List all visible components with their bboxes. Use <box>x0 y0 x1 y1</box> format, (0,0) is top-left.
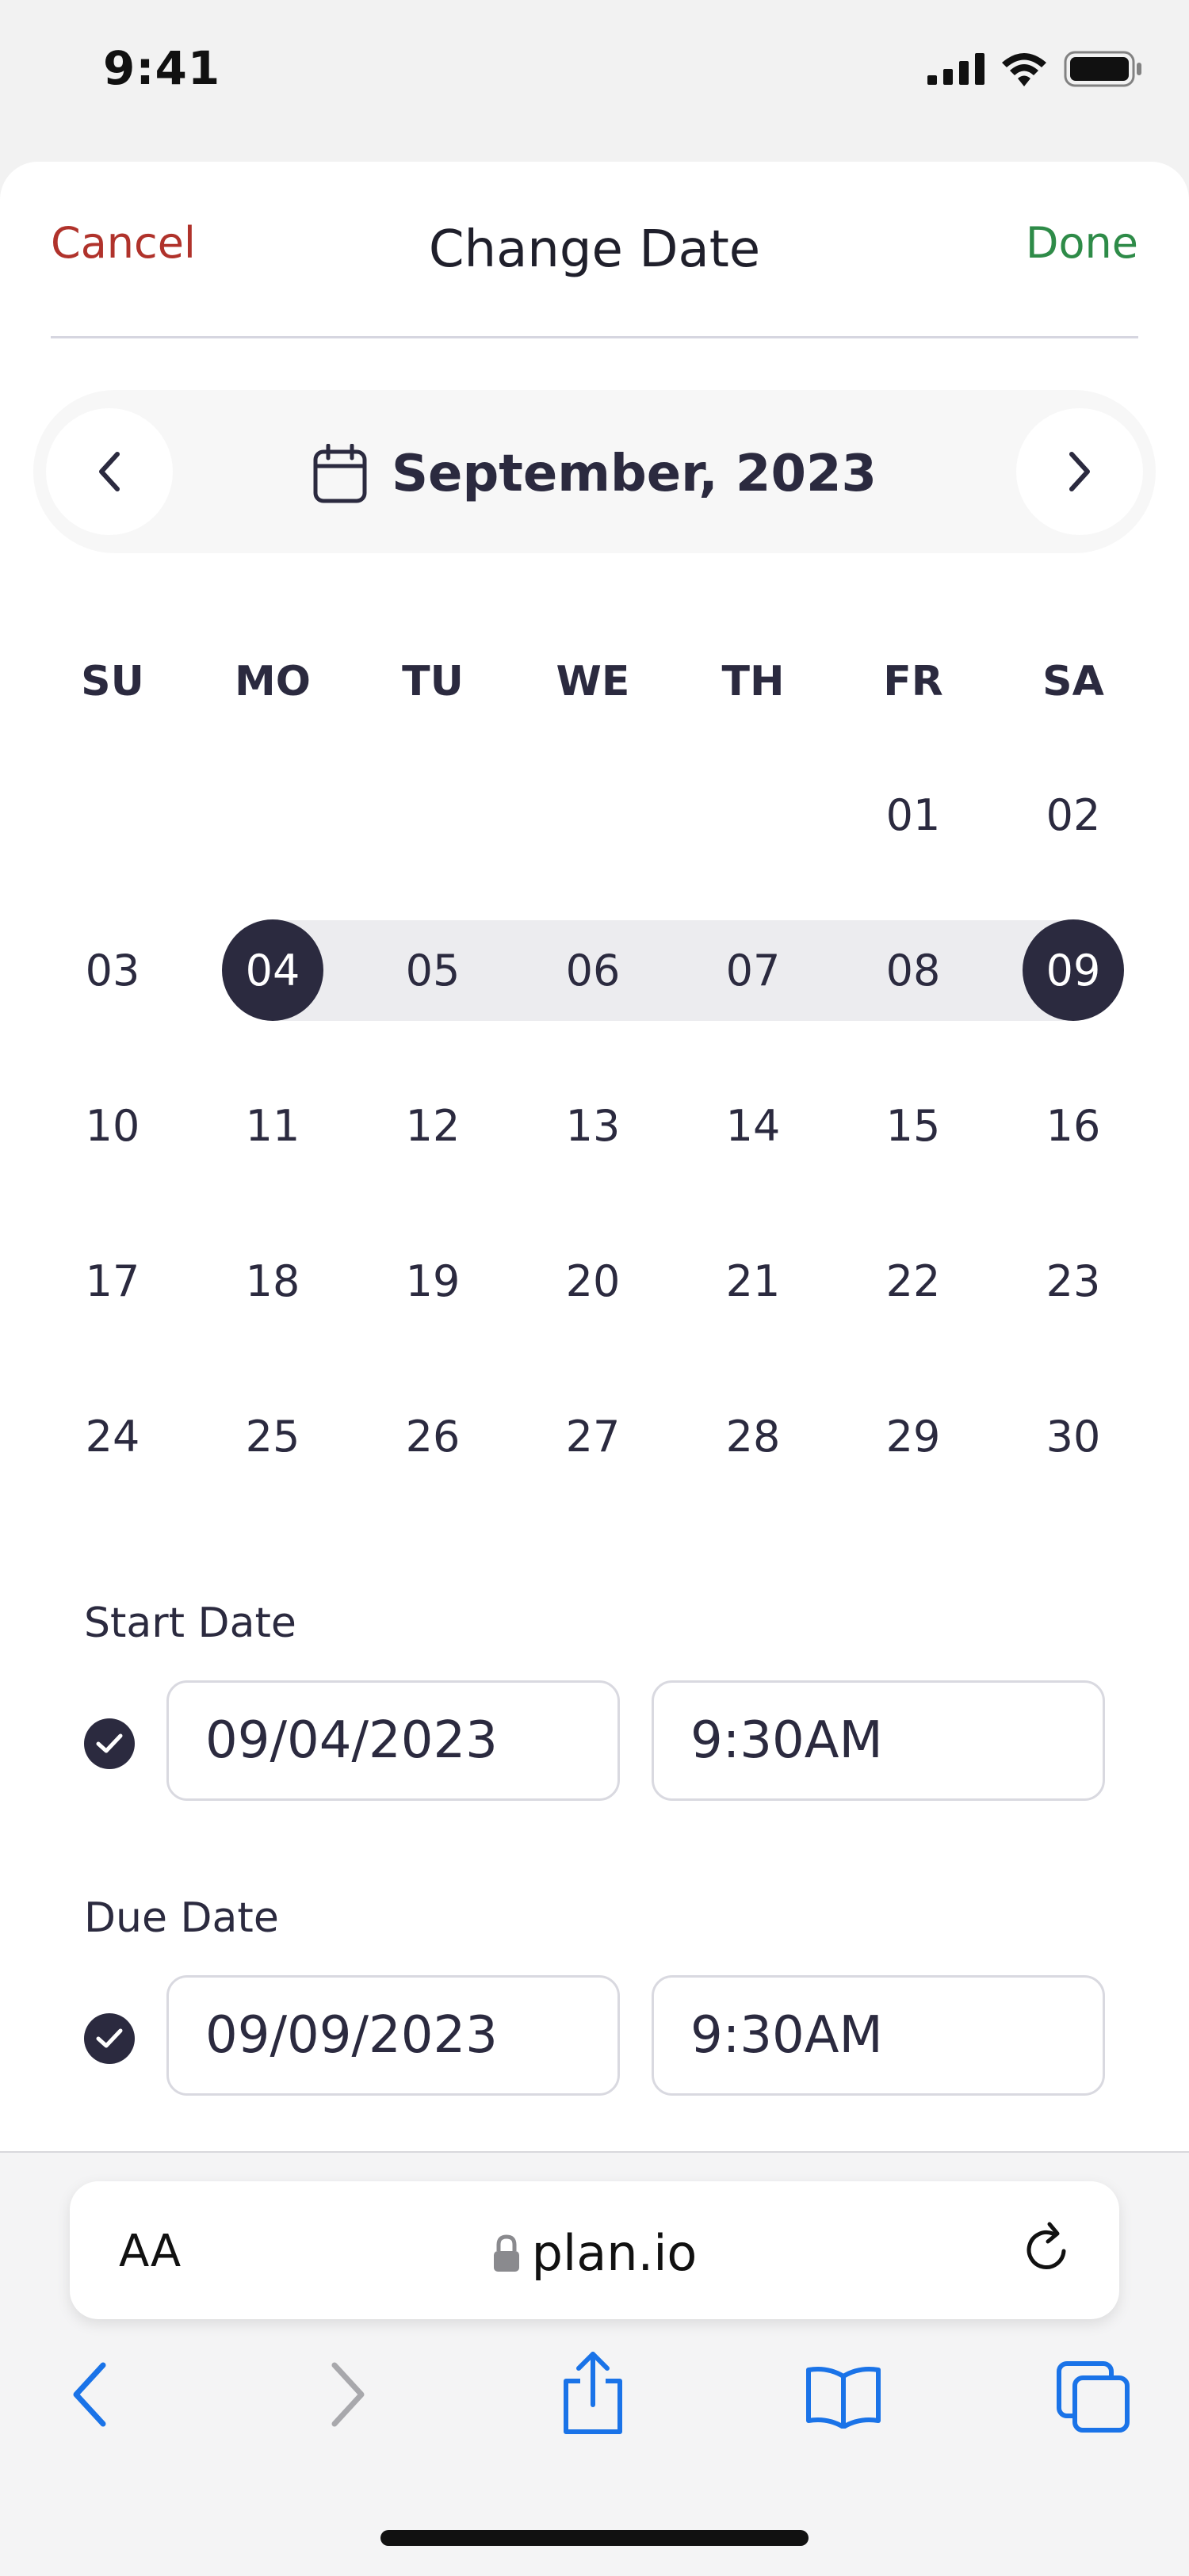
day-16[interactable]: 16 <box>994 1075 1153 1176</box>
weekday-mon: MO <box>235 658 311 705</box>
day-label: 01 <box>885 789 941 840</box>
day-03[interactable]: 03 <box>33 919 192 1021</box>
day-04[interactable]: 04 <box>193 919 352 1021</box>
day-27[interactable]: 27 <box>514 1385 672 1487</box>
month-label: September, 2023 <box>391 445 877 503</box>
month-title: September, 2023 <box>0 444 1189 504</box>
day-label: 02 <box>1046 789 1101 840</box>
day-label: 22 <box>885 1256 941 1306</box>
day-08[interactable]: 08 <box>834 919 992 1021</box>
header-divider <box>51 336 1138 338</box>
bookmarks-icon[interactable] <box>804 2365 883 2429</box>
url-text: plan.io <box>531 2224 698 2282</box>
day-14[interactable]: 14 <box>674 1075 832 1176</box>
day-09[interactable]: 09 <box>994 919 1153 1021</box>
day-10[interactable]: 10 <box>33 1075 192 1176</box>
day-05[interactable]: 05 <box>354 919 512 1021</box>
start-time-field[interactable]: 9:30AM <box>652 1680 1105 1801</box>
status-time: 9:41 <box>103 41 221 95</box>
day-label: 13 <box>565 1100 621 1151</box>
day-label: 14 <box>725 1100 781 1151</box>
day-label: 30 <box>1046 1411 1101 1462</box>
start-date-checkbox[interactable] <box>84 1718 135 1769</box>
day-label: 17 <box>85 1256 140 1306</box>
day-06[interactable]: 06 <box>514 919 672 1021</box>
day-26[interactable]: 26 <box>354 1385 512 1487</box>
day-13[interactable]: 13 <box>514 1075 672 1176</box>
day-22[interactable]: 22 <box>834 1230 992 1332</box>
day-07[interactable]: 07 <box>674 919 832 1021</box>
day-01[interactable]: 01 <box>834 764 992 866</box>
day-label: 19 <box>405 1256 461 1306</box>
day-label: 08 <box>885 945 941 996</box>
day-17[interactable]: 17 <box>33 1230 192 1332</box>
day-label: 10 <box>85 1100 140 1151</box>
day-label: 26 <box>405 1411 461 1462</box>
battery-icon <box>1064 51 1141 87</box>
day-15[interactable]: 15 <box>834 1075 992 1176</box>
due-date-checkbox[interactable] <box>84 2013 135 2064</box>
day-02[interactable]: 02 <box>994 764 1153 866</box>
day-label: 06 <box>565 945 621 996</box>
day-30[interactable]: 30 <box>994 1385 1153 1487</box>
status-icons <box>927 51 1143 87</box>
reload-icon[interactable] <box>1019 2219 1075 2280</box>
weekday-fri: FR <box>883 658 943 705</box>
calendar-icon <box>313 444 367 503</box>
day-label: 23 <box>1046 1256 1101 1306</box>
day-label: 16 <box>1046 1100 1101 1151</box>
day-19[interactable]: 19 <box>354 1230 512 1332</box>
start-date-field[interactable]: 09/04/2023 <box>166 1680 620 1801</box>
back-icon[interactable] <box>68 2359 113 2430</box>
day-label: 18 <box>245 1256 300 1306</box>
day-23[interactable]: 23 <box>994 1230 1153 1332</box>
day-label: 07 <box>725 945 781 996</box>
signal-icon <box>927 53 984 85</box>
day-label: 04 <box>245 945 300 996</box>
day-label: 12 <box>405 1100 461 1151</box>
start-date-label: Start Date <box>84 1599 296 1647</box>
day-18[interactable]: 18 <box>193 1230 352 1332</box>
sheet-title: Change Date <box>428 220 761 279</box>
weekday-wed: WE <box>556 658 630 705</box>
due-date-field[interactable]: 09/09/2023 <box>166 1975 620 2096</box>
done-button[interactable]: Done <box>1026 218 1138 268</box>
day-label: 05 <box>405 945 461 996</box>
lock-icon <box>493 2234 519 2272</box>
day-24[interactable]: 24 <box>33 1385 192 1487</box>
share-icon[interactable] <box>560 2349 626 2436</box>
wifi-icon <box>1002 53 1046 86</box>
day-label: 27 <box>565 1411 621 1462</box>
check-icon <box>96 2028 123 2048</box>
day-28[interactable]: 28 <box>674 1385 832 1487</box>
day-11[interactable]: 11 <box>193 1075 352 1176</box>
home-indicator <box>380 2530 809 2546</box>
day-label: 28 <box>725 1411 781 1462</box>
due-date-label: Due Date <box>84 1894 279 1942</box>
day-label: 09 <box>1046 945 1101 996</box>
day-29[interactable]: 29 <box>834 1385 992 1487</box>
weekday-thu: TH <box>721 658 785 705</box>
day-label: 21 <box>725 1256 781 1306</box>
check-icon <box>96 1733 123 1753</box>
day-label: 24 <box>85 1411 140 1462</box>
day-20[interactable]: 20 <box>514 1230 672 1332</box>
url-display[interactable]: plan.io <box>0 2224 1189 2282</box>
day-label: 20 <box>565 1256 621 1306</box>
day-label: 29 <box>885 1411 941 1462</box>
weekday-sat: SA <box>1042 658 1104 705</box>
weekday-tue: TU <box>402 658 464 705</box>
day-21[interactable]: 21 <box>674 1230 832 1332</box>
day-12[interactable]: 12 <box>354 1075 512 1176</box>
forward-icon[interactable] <box>325 2359 369 2430</box>
day-label: 15 <box>885 1100 941 1151</box>
day-label: 11 <box>245 1100 300 1151</box>
day-label: 03 <box>85 945 140 996</box>
day-label: 25 <box>245 1411 300 1462</box>
tabs-icon[interactable] <box>1056 2360 1132 2433</box>
due-time-field[interactable]: 9:30AM <box>652 1975 1105 2096</box>
day-25[interactable]: 25 <box>193 1385 352 1487</box>
weekday-sun: SU <box>81 658 144 705</box>
